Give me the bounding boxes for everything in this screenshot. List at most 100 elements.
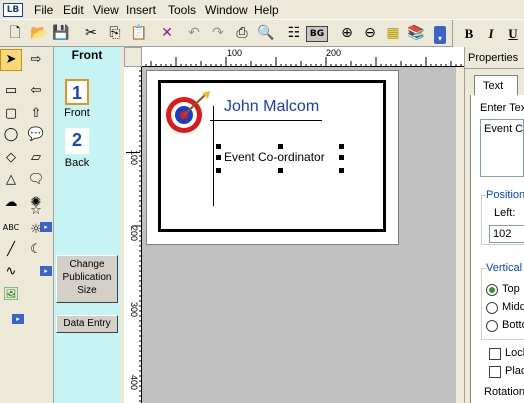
menu-insert[interactable]: Insert	[126, 3, 156, 17]
vertical-scrollbar[interactable]	[456, 67, 464, 403]
background-icon[interactable]: BG	[306, 26, 328, 42]
menu-edit[interactable]: Edit	[63, 3, 84, 17]
radio-top[interactable]	[486, 284, 498, 296]
toolbar-overflow-icon[interactable]: ▾	[434, 26, 446, 44]
star-icon[interactable]: ☆	[26, 201, 46, 221]
callout-round-icon[interactable]: 🗨	[26, 170, 46, 190]
vertical-label: Vertical	[486, 262, 524, 274]
cut-icon[interactable]: ✂	[80, 23, 102, 44]
place-label: Place	[505, 365, 524, 377]
picture-icon[interactable]: 🖼	[1, 285, 21, 305]
app-icon[interactable]: LB	[3, 3, 23, 17]
new-icon[interactable]: 🗋	[4, 23, 26, 44]
page-panel-title: Front	[71, 48, 103, 62]
shapes2-expand-icon[interactable]: ▸	[40, 266, 52, 276]
ruler-top-label-200: 200	[326, 48, 342, 58]
tools-expand-icon[interactable]: ▸	[12, 314, 24, 324]
properties-icon[interactable]: ☷	[283, 23, 305, 44]
diamond-icon[interactable]: ◇	[1, 148, 21, 168]
triangle-icon[interactable]: △	[1, 170, 21, 190]
sun-icon[interactable]: ☼	[26, 220, 46, 240]
selection-handle[interactable]	[339, 144, 344, 149]
menu-view[interactable]: View	[93, 3, 119, 17]
lock-label: Lock	[505, 347, 524, 359]
page-thumb-2[interactable]: 2	[65, 128, 89, 154]
rectangle-icon[interactable]: ▭	[1, 81, 21, 101]
enter-text-field[interactable]: Event Co	[480, 119, 524, 177]
card-title[interactable]: Event Co-ordinator	[224, 150, 325, 164]
selection-handle[interactable]	[339, 155, 344, 160]
redo-icon[interactable]: ↷	[207, 23, 229, 44]
ruler-corner[interactable]	[124, 47, 142, 67]
lock-checkbox[interactable]	[489, 348, 501, 360]
ruler-top-label-100: 100	[227, 48, 243, 58]
tab-text[interactable]: Text	[474, 75, 518, 95]
arrow-left-shape-icon[interactable]: ⇦	[26, 81, 46, 101]
paste-icon[interactable]: 📋	[128, 23, 150, 44]
properties-title: Properties	[468, 52, 519, 64]
radio-bottom[interactable]	[486, 320, 498, 332]
radio-top-label: Top	[502, 283, 520, 295]
place-checkbox[interactable]	[489, 366, 501, 378]
zoom-out-icon[interactable]: ⊖	[359, 23, 381, 44]
zoom-in-icon[interactable]: ⊕	[336, 23, 358, 44]
ruler-left-label-300: 300	[129, 302, 139, 318]
delete-icon[interactable]: ✕	[156, 23, 178, 44]
target-logo[interactable]	[164, 91, 214, 136]
selection-handle[interactable]	[216, 168, 221, 173]
text-tool-icon[interactable]: ABC	[1, 218, 21, 238]
rotation-label: Rotation	[484, 386, 524, 398]
selection-handle[interactable]	[216, 155, 221, 160]
ruler-top	[142, 47, 464, 67]
curve-icon[interactable]: ∿	[1, 262, 21, 282]
change-publication-size-button[interactable]: Change Publication Size	[56, 255, 118, 303]
card-name[interactable]: John Malcom	[224, 98, 319, 116]
ellipse-icon[interactable]: ◯	[1, 125, 21, 145]
page-label-front: Front	[64, 107, 90, 119]
radio-top-dot	[489, 287, 495, 293]
cloud-icon[interactable]: ☁	[1, 193, 21, 213]
line-icon[interactable]: ╱	[1, 240, 21, 260]
name-underline	[210, 120, 322, 121]
radio-middle[interactable]	[486, 302, 498, 314]
arrow-right-shape-icon[interactable]: ⇨	[26, 50, 46, 70]
print-icon[interactable]: ⎙	[231, 23, 253, 44]
menu-help[interactable]: Help	[254, 3, 279, 17]
menu-window[interactable]: Window	[205, 3, 248, 17]
print-preview-icon[interactable]: 🔍	[255, 23, 277, 44]
copy-icon[interactable]: ⎘	[104, 23, 126, 44]
menu-tools[interactable]: Tools	[168, 3, 196, 17]
parallelogram-icon[interactable]: ▱	[26, 148, 46, 168]
library-icon[interactable]: 📚	[405, 23, 427, 44]
save-icon[interactable]: 💾	[50, 23, 72, 44]
pointer-icon[interactable]: ➤	[1, 50, 21, 70]
selection-handle[interactable]	[339, 168, 344, 173]
ruler-left-label-400: 400	[129, 375, 139, 391]
divider-line	[213, 106, 214, 206]
moon-icon[interactable]: ☾	[26, 240, 46, 260]
radio-bottom-label: Bottom	[502, 319, 524, 331]
ruler-left-marker	[126, 152, 140, 153]
menu-file[interactable]: File	[34, 3, 53, 17]
selection-handle[interactable]	[216, 144, 221, 149]
data-entry-button[interactable]: Data Entry	[56, 315, 118, 333]
open-icon[interactable]: 📂	[28, 23, 50, 44]
selection-handle[interactable]	[278, 168, 283, 173]
left-label: Left:	[494, 207, 516, 219]
italic-button[interactable]: I	[482, 25, 500, 43]
background-label: BG	[309, 29, 325, 39]
bold-button[interactable]: B	[460, 25, 478, 43]
ruler-left-label-200: 200	[129, 226, 139, 242]
left-input[interactable]: 102	[489, 225, 524, 243]
underline-button[interactable]: U	[504, 25, 522, 43]
selection-handle[interactable]	[278, 144, 283, 149]
position-label: Position	[486, 189, 524, 201]
arrow-up-shape-icon[interactable]: ⇧	[26, 104, 46, 124]
undo-icon[interactable]: ↶	[183, 23, 205, 44]
callout-icon[interactable]: 💬	[26, 125, 46, 145]
rounded-rect-icon[interactable]: ▢	[1, 104, 21, 124]
page-label-back: Back	[64, 157, 90, 169]
ruler-top-ticks	[145, 57, 462, 67]
grid-icon[interactable]: ▦	[382, 23, 404, 44]
page-thumb-1[interactable]: 1	[65, 79, 89, 105]
